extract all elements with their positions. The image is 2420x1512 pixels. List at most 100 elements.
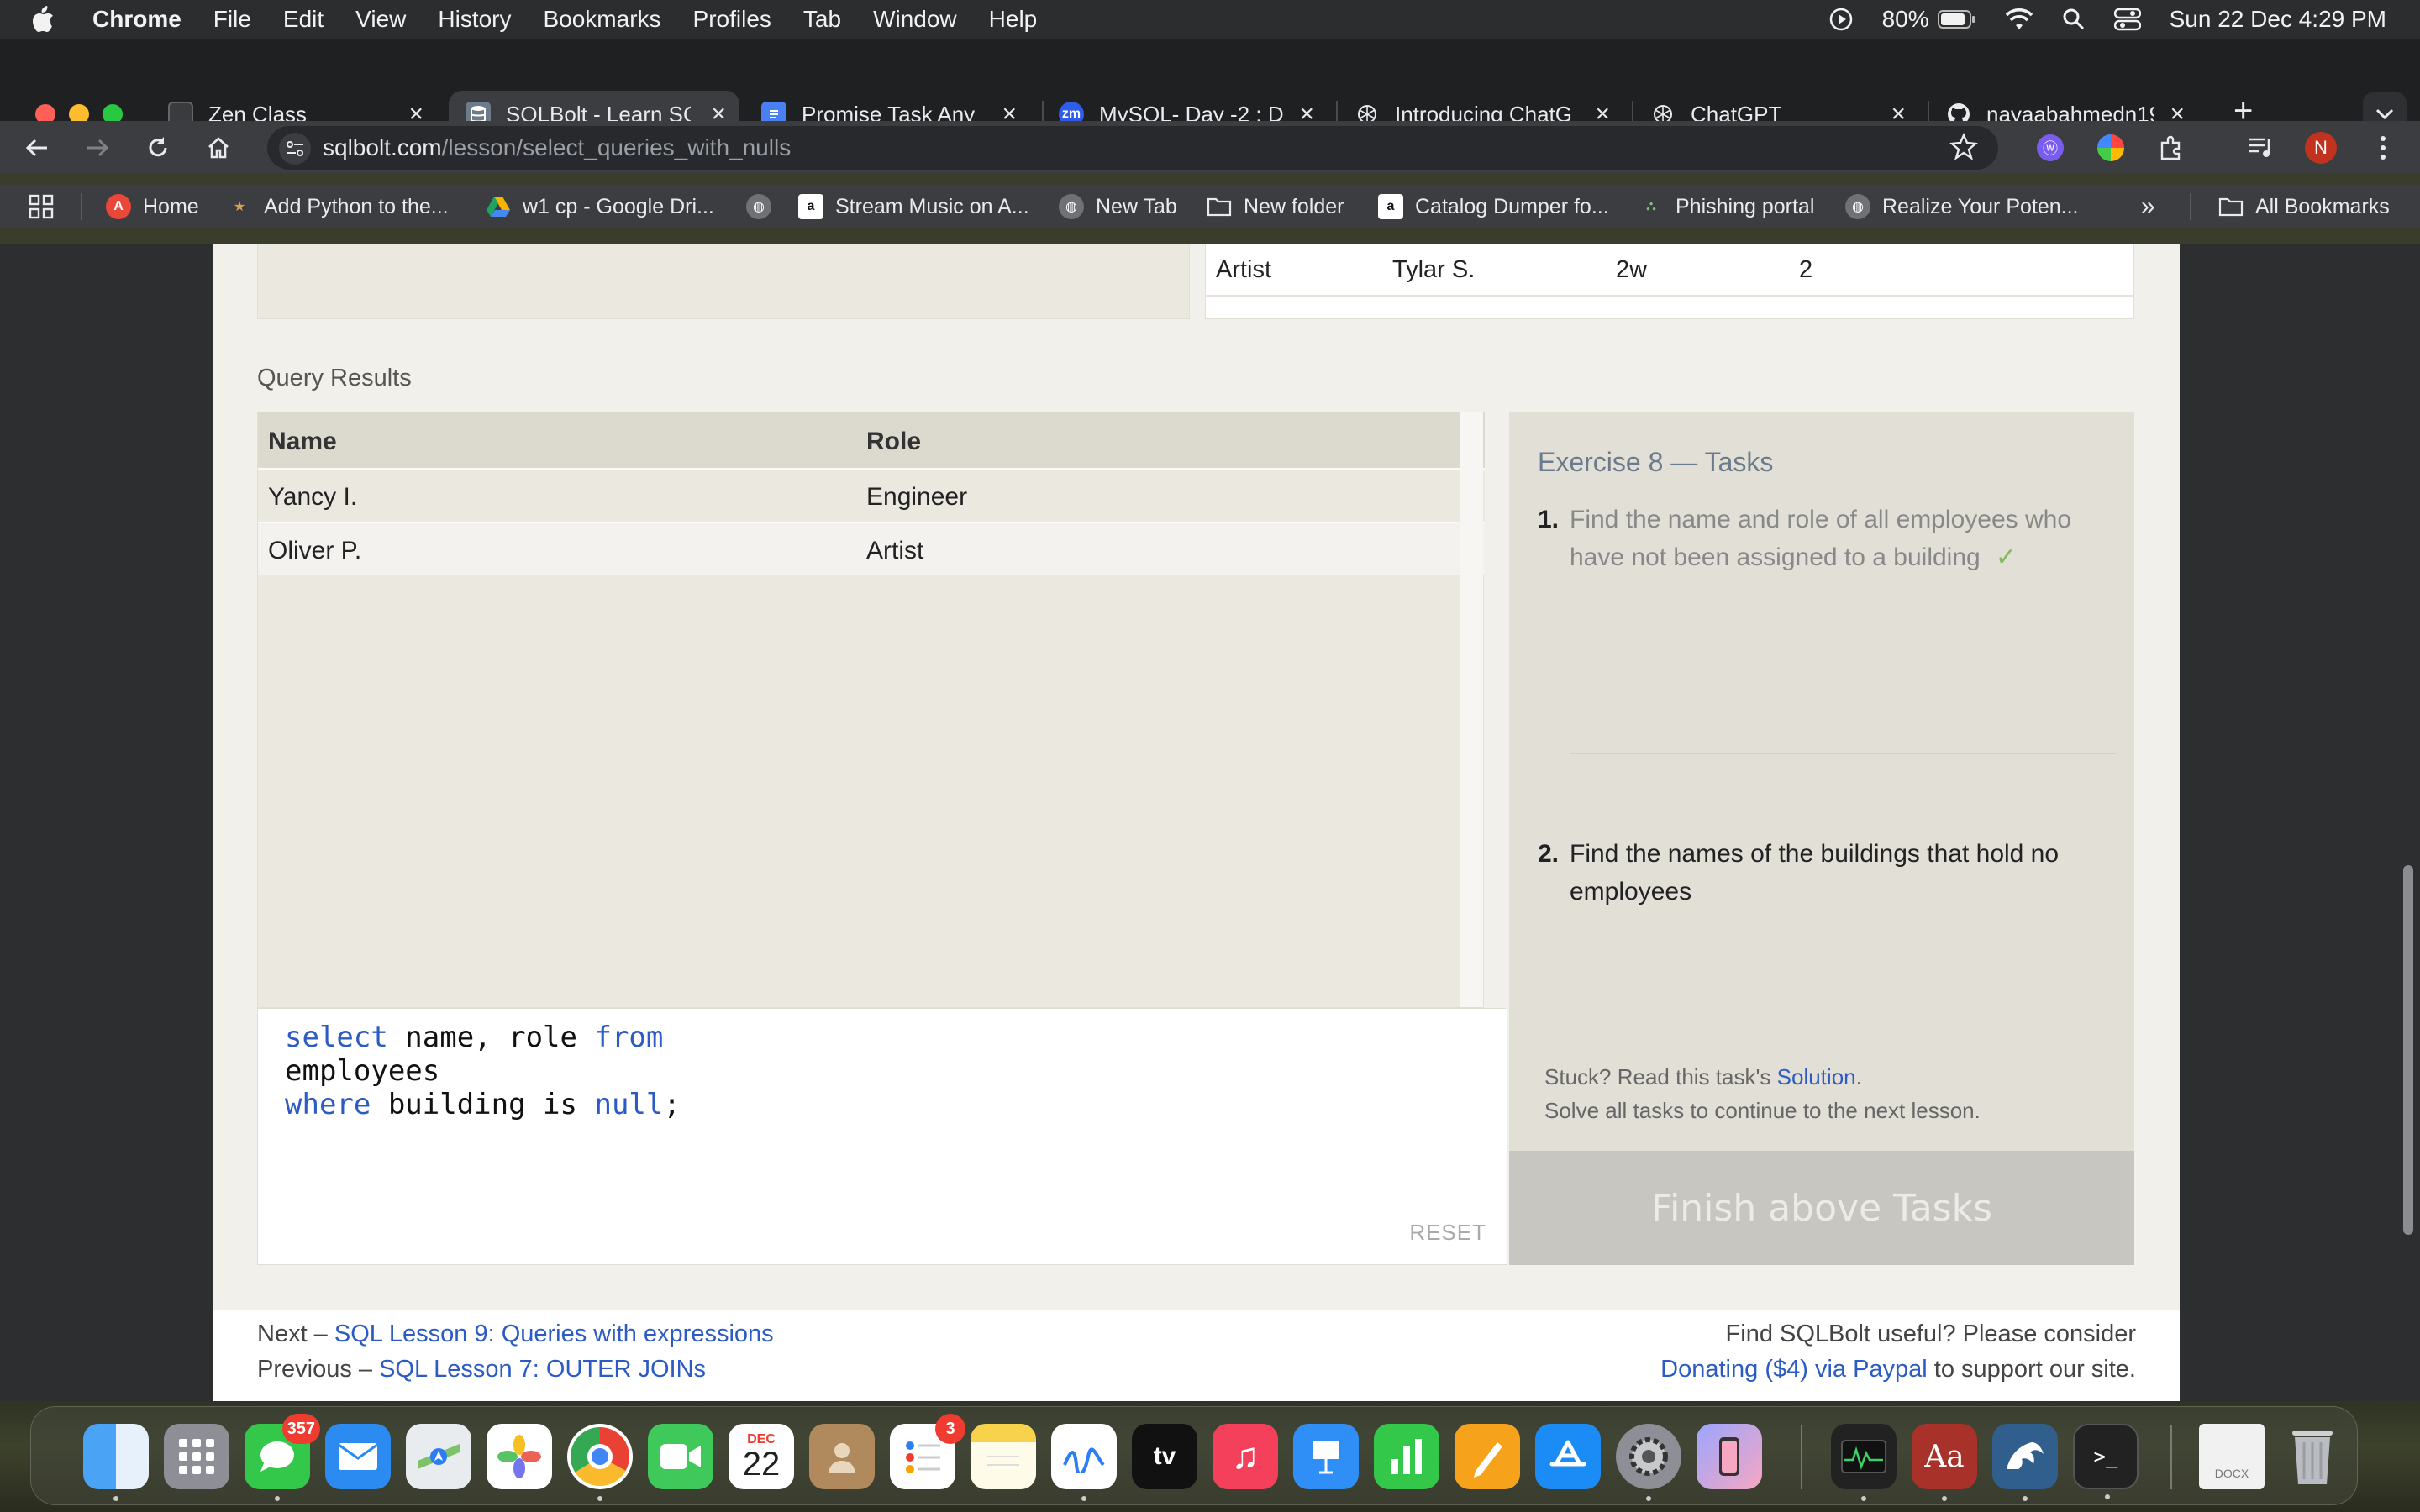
calendar-icon[interactable]: DEC 22 [729,1424,794,1489]
table-cell: 2 [1799,256,1813,283]
bookmark-star-icon[interactable] [1949,133,1978,167]
notes-icon[interactable] [971,1424,1036,1489]
menu-tab[interactable]: Tab [803,6,841,33]
home-icon[interactable] [202,131,235,165]
now-playing-icon[interactable] [1828,7,1854,32]
extension-color-wheel-icon[interactable] [2092,129,2129,166]
column-header-name: Name [268,428,337,455]
bookmark-phishing-portal[interactable]: ⛬ Phishing portal [1639,190,1814,223]
bookmark-catalog-dumper[interactable]: a Catalog Dumper fo... [1378,190,1609,223]
dictionary-icon[interactable]: Aa [1912,1424,1977,1501]
page-viewport: Artist Tylar S. 2w 2 Query Results Name … [0,244,2420,1401]
donate-link[interactable]: Donating ($4) via Paypal [1660,1356,1928,1383]
reload-icon[interactable] [141,131,175,165]
finish-tasks-button[interactable]: Finish above Tasks [1509,1151,2134,1265]
previous-lesson-link[interactable]: SQL Lesson 7: OUTER JOINs [379,1356,706,1383]
wifi-icon[interactable] [2005,8,2033,31]
angular-logo-icon: A [106,194,131,219]
extensions-puzzle-icon[interactable] [2153,129,2190,166]
bookmarks-overflow-chevron-icon[interactable]: » [2141,190,2155,223]
photos-icon[interactable] [487,1424,552,1489]
table-cell: Artist [1216,256,1272,283]
messages-icon[interactable]: 357 [245,1414,320,1501]
bookmark-realize-potential[interactable]: ◍ Realize Your Poten... [1845,190,2079,223]
bookmark-globe[interactable]: ◍ [746,190,783,223]
menu-history[interactable]: History [438,6,511,33]
globe-icon: ◍ [1059,194,1084,219]
menu-window[interactable]: Window [873,6,957,33]
pages-icon[interactable] [1455,1424,1520,1489]
spotlight-search-icon[interactable] [2062,8,2086,31]
bookmark-stream-music[interactable]: a Stream Music on A... [798,190,1029,223]
contacts-icon[interactable] [809,1424,875,1489]
extension-purple-icon[interactable]: ⓦ [2032,129,2069,166]
bookmark-new-folder[interactable]: New folder [1207,190,1344,223]
menu-profiles[interactable]: Profiles [693,6,771,33]
sql-query-editor[interactable]: select name, role from employees where bui… [257,1008,1507,1265]
apple-menu-icon[interactable] [30,5,64,34]
media-controls-icon[interactable] [2242,129,2279,166]
facetime-icon[interactable] [648,1424,713,1489]
apple-tv-icon[interactable]: tv [1132,1424,1197,1489]
menubar-clock[interactable]: Sun 22 Dec 4:29 PM [2170,6,2386,33]
results-scroll-track[interactable] [1460,412,1483,1007]
desktop-background: 357 DEC 22 3 tv ♫ Aa >_ DOCX [0,1401,2420,1512]
keynote-icon[interactable] [1293,1424,1359,1489]
menu-bookmarks[interactable]: Bookmarks [543,6,660,33]
bookmark-add-python[interactable]: ★ Add Python to the... [227,190,449,223]
menu-file[interactable]: File [213,6,251,33]
mail-icon[interactable] [325,1424,391,1489]
numbers-icon[interactable] [1374,1424,1439,1489]
activity-monitor-icon[interactable] [1831,1424,1897,1501]
amazon-icon: a [1378,194,1403,219]
table-panel-left [257,244,1190,319]
next-lesson-link[interactable]: SQL Lesson 9: Queries with expressions [334,1320,774,1347]
maps-icon[interactable] [406,1424,471,1489]
freeform-icon[interactable] [1051,1424,1117,1501]
page-scrollbar[interactable] [2403,865,2413,1235]
table-row-cut-off [1206,298,2133,318]
chrome-icon[interactable] [567,1424,633,1501]
bookmark-google-drive[interactable]: w1 cp - Google Dri... [486,190,714,223]
music-icon[interactable]: ♫ [1213,1424,1278,1489]
battery-percent: 80% [1881,6,1929,32]
menu-edit[interactable]: Edit [283,6,324,33]
prev-prefix: Previous – [257,1356,380,1383]
employees-table-preview: Artist Tylar S. 2w 2 [1205,244,2134,319]
table-row: Artist Tylar S. 2w 2 [1206,244,2133,297]
folder-icon [2218,194,2244,219]
more-menu-icon[interactable] [2365,129,2402,166]
battery-status[interactable]: 80% [1882,6,1976,33]
mysql-workbench-icon[interactable] [1992,1424,2058,1501]
launchpad-icon[interactable] [164,1424,229,1489]
donate-suffix: to support our site. [1927,1356,2136,1383]
control-center-icon[interactable] [2113,8,2141,31]
profile-avatar[interactable]: N [2302,129,2339,166]
reminders-icon[interactable]: 3 [890,1414,965,1489]
address-bar[interactable]: sqlbolt.com/lesson/select_queries_with_n… [267,126,1998,170]
query-results-label: Query Results [257,365,412,391]
menu-help[interactable]: Help [989,6,1038,33]
reset-button[interactable]: RESET [1409,1220,1486,1246]
docx-document-icon[interactable]: DOCX [2199,1424,2265,1489]
task-number: 2. [1538,840,1560,868]
trash-icon[interactable] [2280,1424,2345,1489]
finder-icon[interactable] [83,1424,149,1501]
bookmark-new-tab[interactable]: ◍ New Tab [1059,190,1177,223]
sql-code[interactable]: select name, role from employees where bui… [285,1021,681,1121]
forward-arrow-icon[interactable] [81,131,114,165]
bookmark-label: Catalog Dumper fo... [1415,194,1609,218]
iphone-mirroring-icon[interactable] [1697,1424,1762,1489]
system-settings-icon[interactable] [1616,1424,1681,1501]
apps-grid-icon[interactable] [29,190,54,223]
solution-link[interactable]: Solution [1777,1064,1856,1089]
all-bookmarks[interactable]: All Bookmarks [2218,190,2390,223]
app-store-icon[interactable] [1535,1424,1601,1489]
back-arrow-icon[interactable] [20,131,54,165]
site-info-icon[interactable] [279,133,311,165]
menu-view[interactable]: View [355,6,406,33]
menu-app-name[interactable]: Chrome [92,6,182,33]
bookmark-label: All Bookmarks [2255,194,2390,218]
terminal-icon[interactable]: >_ [2073,1424,2139,1499]
bookmark-home[interactable]: A Home [106,190,199,223]
